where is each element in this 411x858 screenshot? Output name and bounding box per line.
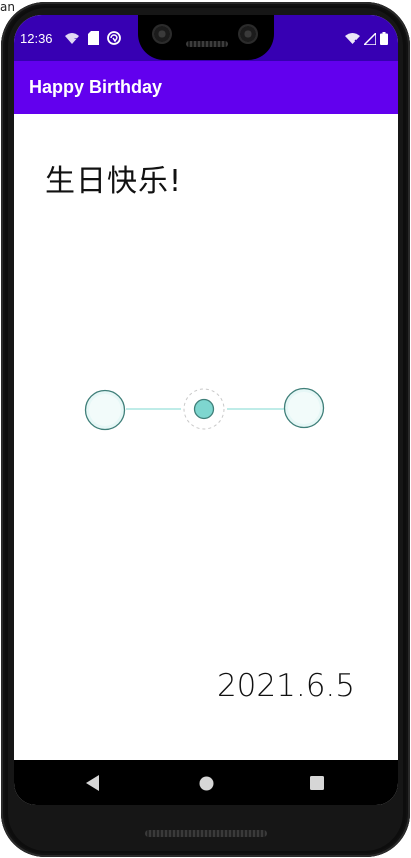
svg-text:?: ? [74,37,78,45]
back-icon[interactable] [82,772,104,794]
indicator-dot-1-highlight [89,394,121,426]
earpiece-speaker [186,41,228,47]
bottom-speaker-grille [145,830,267,837]
main-content: 生日快乐! 2021.6.5 [14,114,398,760]
signal-icon [362,30,377,49]
greeting-text: 生日快乐! [45,164,183,199]
app-bar: Happy Birthday [14,61,398,114]
home-icon[interactable] [195,772,217,794]
status-left-icons: ? [64,30,121,49]
sync-circle-icon [107,30,121,49]
status-right-icons [345,30,388,49]
date-text: 2021.6.5 [216,668,355,704]
navigation-bar [14,760,398,805]
sd-card-icon [88,30,99,49]
status-time: 12:36 [20,31,53,46]
wifi-question-icon: ? [64,30,80,49]
indicator-dot-3-highlight [288,392,320,424]
recents-icon[interactable] [306,772,328,794]
page-indicator [84,387,325,431]
camera-notch [138,15,274,60]
front-camera-icon [152,24,172,44]
screen: 12:36 ? Happy Birthday 生日快乐! 2021.6.5 [14,15,398,805]
corner-label: an [0,0,15,14]
indicator-dot-2-selected[interactable] [193,398,215,420]
device-stage: an 12:36 ? Happy Birthday 生日快乐! 2021.6.5 [0,0,411,858]
app-title: Happy Birthday [29,77,163,97]
front-sensor-icon [238,24,258,44]
battery-icon [380,30,388,49]
wifi-x-icon [345,30,360,49]
